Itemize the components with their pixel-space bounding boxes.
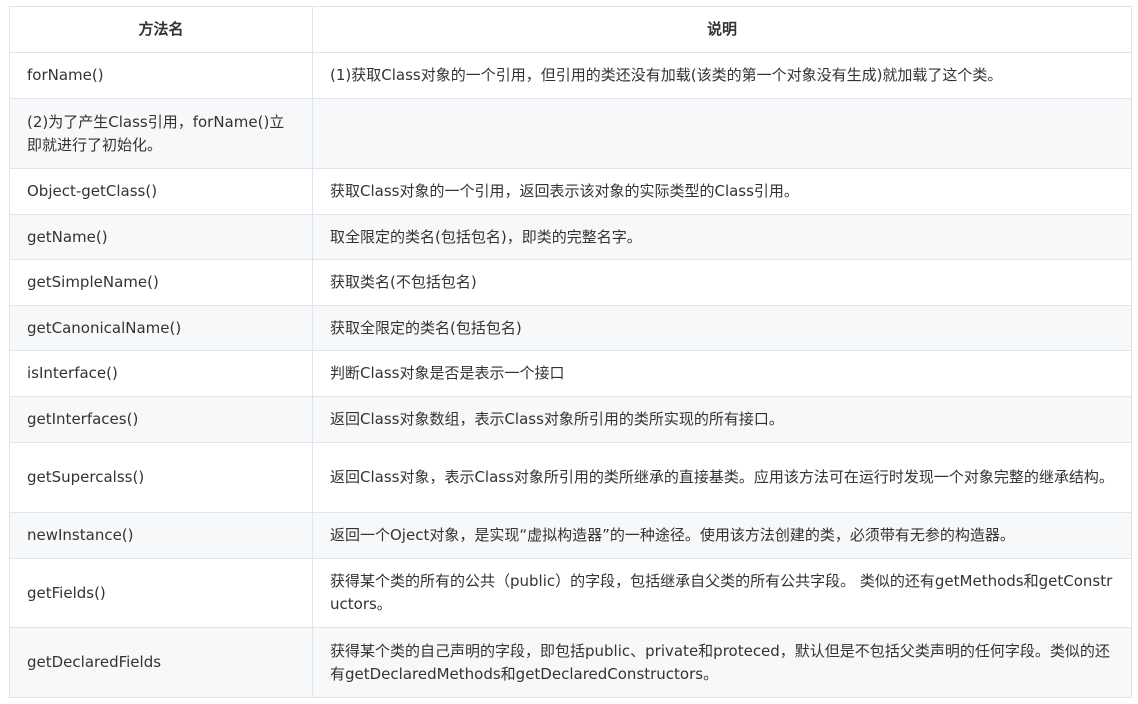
table-row: newInstance() 返回一个Oject对象，是实现“虚拟构造器”的一种途… — [9, 512, 1132, 559]
table-row: getName() 取全限定的类名(包括包名)，即类的完整名字。 — [9, 214, 1132, 260]
table-row: forName() (1)获取Class对象的一个引用，但引用的类还没有加载(该… — [9, 52, 1132, 99]
method-name-cell: newInstance() — [9, 512, 313, 559]
method-name-cell: forName() — [9, 52, 313, 99]
header-description: 说明 — [312, 6, 1132, 53]
description-cell: 获得某个类的自己声明的字段，即包括public、private和proteced… — [312, 627, 1132, 698]
table-row: Object-getClass() 获取Class对象的一个引用，返回表示该对象… — [9, 168, 1132, 215]
table-row: getCanonicalName() 获取全限定的类名(包括包名) — [9, 305, 1132, 351]
table-row: getSupercalss() 返回Class对象，表示Class对象所引用的类… — [9, 442, 1132, 513]
table-row: isInterface() 判断Class对象是否是表示一个接口 — [9, 350, 1132, 397]
description-cell: 获取全限定的类名(包括包名) — [312, 305, 1132, 351]
description-cell: 返回一个Oject对象，是实现“虚拟构造器”的一种途径。使用该方法创建的类，必须… — [312, 512, 1132, 559]
method-name-cell: isInterface() — [9, 350, 313, 397]
method-name-cell: getFields() — [9, 558, 313, 628]
table-row: getInterfaces() 返回Class对象数组，表示Class对象所引用… — [9, 396, 1132, 443]
table-row: getFields() 获得某个类的所有的公共（public）的字段，包括继承自… — [9, 558, 1132, 628]
table-row: getDeclaredFields 获得某个类的自己声明的字段，即包括publi… — [9, 627, 1132, 698]
description-cell: 返回Class对象数组，表示Class对象所引用的类所实现的所有接口。 — [312, 396, 1132, 443]
method-name-cell: getDeclaredFields — [9, 627, 313, 698]
description-cell: 获取类名(不包括包名) — [312, 259, 1132, 306]
description-cell: 取全限定的类名(包括包名)，即类的完整名字。 — [312, 214, 1132, 260]
table-body: forName() (1)获取Class对象的一个引用，但引用的类还没有加载(该… — [9, 52, 1132, 698]
description-cell: (1)获取Class对象的一个引用，但引用的类还没有加载(该类的第一个对象没有生… — [312, 52, 1132, 99]
table-row: getSimpleName() 获取类名(不包括包名) — [9, 259, 1132, 306]
method-name-cell: getSupercalss() — [9, 442, 313, 513]
methods-table: 方法名 说明 forName() (1)获取Class对象的一个引用，但引用的类… — [9, 6, 1132, 698]
table-row: (2)为了产生Class引用，forName()立即就进行了初始化。 — [9, 98, 1132, 169]
method-name-cell: getName() — [9, 214, 313, 260]
description-cell: 判断Class对象是否是表示一个接口 — [312, 350, 1132, 397]
header-method-name: 方法名 — [9, 6, 313, 53]
header-row: 方法名 说明 — [9, 6, 1132, 53]
method-name-cell: getSimpleName() — [9, 259, 313, 306]
method-name-cell: (2)为了产生Class引用，forName()立即就进行了初始化。 — [9, 98, 313, 169]
method-name-cell: getCanonicalName() — [9, 305, 313, 351]
description-cell: 获得某个类的所有的公共（public）的字段，包括继承自父类的所有公共字段。 类… — [312, 558, 1132, 628]
method-name-cell: getInterfaces() — [9, 396, 313, 443]
description-cell: 获取Class对象的一个引用，返回表示该对象的实际类型的Class引用。 — [312, 168, 1132, 215]
description-cell — [312, 98, 1132, 169]
table-header: 方法名 说明 — [9, 6, 1132, 53]
method-name-cell: Object-getClass() — [9, 168, 313, 215]
description-cell: 返回Class对象，表示Class对象所引用的类所继承的直接基类。应用该方法可在… — [312, 442, 1132, 513]
